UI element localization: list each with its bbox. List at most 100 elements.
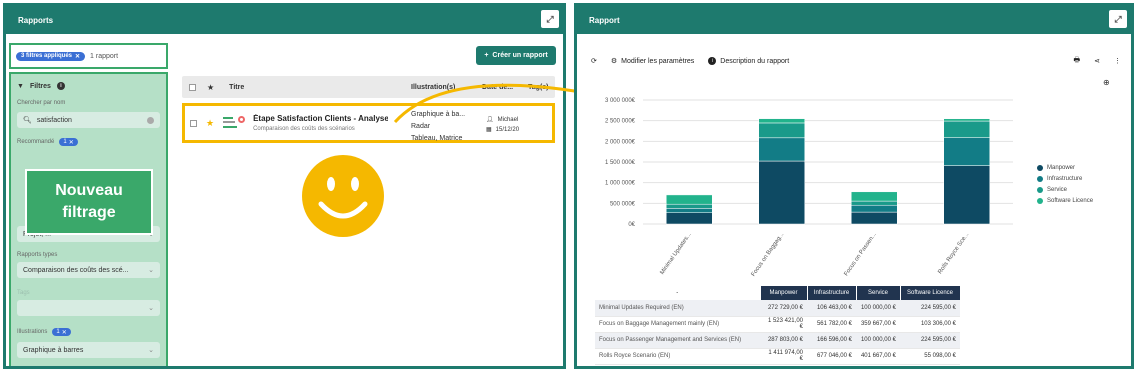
y-tick-label: 0€ [628,222,635,228]
x-tick-label: Minimal Updates... [659,231,693,275]
report-types-select[interactable]: Comparaison des coûts des scé... ⌄ [17,262,160,278]
close-icon[interactable]: ✕ [75,53,80,60]
report-panel-title: Rapport [589,15,620,25]
bar-segment [666,194,713,205]
zoom-icon[interactable]: ⊕ [1103,78,1110,87]
bar-segment [758,118,805,124]
favorite-star-icon[interactable]: ★ [206,118,214,129]
x-tick-label: Focus on Passen... [844,231,879,277]
applied-filters-chip-label: 3 filtres appliqués [21,53,73,59]
description-label: Description du rapport [720,57,790,65]
bar-segment [943,118,990,122]
bar-segment [666,208,713,213]
legend-item[interactable]: Manpower [1037,162,1093,173]
search-name-value: satisfaction [36,116,72,124]
illustrations-badge-count: 1 [56,329,60,335]
callout-line2: filtrage [62,204,116,221]
cell: 561 782,00 € [807,316,856,333]
cell: 287 803,00 € [760,332,807,349]
print-icon[interactable]: 🖶︎ [1074,56,1081,67]
share-icon[interactable]: ⋖ [1094,57,1100,65]
cell: 272 729,00 € [760,300,807,317]
description-button[interactable]: i Description du rapport [708,57,789,65]
search-name-field[interactable]: 🔍︎ satisfaction [17,112,160,128]
cell: 224 595,00 € [900,300,960,317]
legend-label: Software Licence [1047,197,1094,204]
report-toolbar: ⟳ ⚙ Modifier les paramètres i Description … [591,52,1121,70]
expand-icon[interactable]: ⤢ [541,10,559,28]
close-icon[interactable]: ✕ [69,139,74,146]
callout-line1: Nouveau [55,182,123,199]
report-title[interactable]: Étape Satisfaction Clients - Analyse [253,114,388,123]
select-all-checkbox[interactable] [189,83,196,91]
cell: 1 523 421,00 € [760,316,807,333]
clear-icon[interactable] [147,116,154,124]
illustrations-badge[interactable]: 1 ✕ [52,328,71,336]
create-report-label: Créer un rapport [492,52,548,59]
tags-label: Tags [17,290,30,296]
data-table: - Manpower Infrastructure Service Softwa… [595,286,961,365]
report-panel-header: Rapport ⤢ [577,6,1131,34]
bar-segment [851,200,898,206]
recommended-label: Recommandé [17,139,55,145]
cell: 166 596,00 € [807,332,856,349]
close-icon[interactable]: ✕ [62,329,67,336]
refresh-icon[interactable]: ⟳ [591,57,597,65]
col-header: Service [856,286,901,300]
cell: 1 411 974,00 € [760,348,807,365]
reports-panel-title: Rapports [18,15,54,25]
filter-icon: ▼ [17,82,24,90]
report-types-value: Comparaison des coûts des scé... [23,266,129,274]
row-label: Focus on Passenger Management and Servic… [595,332,760,349]
chevron-down-icon: ⌄ [148,267,154,274]
illustrations-value: Graphique à barres [23,346,84,354]
table-row: Rolls Royce Scenario (EN) 1 411 974,00 €… [595,348,960,365]
cell: 359 667,00 € [856,316,900,333]
chart-legend: Manpower Infrastructure Service Software Li… [1037,162,1093,206]
legend-label: Service [1047,186,1068,193]
cell: 224 595,00 € [900,332,960,349]
report-subtitle: Comparaison des coûts des scénarios [253,126,355,132]
bar-segment [851,191,898,202]
bar-segment [851,211,898,225]
recommended-badge[interactable]: 1 ✕ [59,138,78,146]
y-tick-label: 2 500 000€ [605,119,636,125]
cell: 106 463,00 € [807,300,856,317]
reports-panel: Rapports ⤢ 3 filtres appliqués ✕ 1 rappo… [3,3,566,369]
illustrations-select[interactable]: Graphique à barres ⌄ [17,342,160,358]
row-checkbox[interactable] [190,119,197,127]
modify-params-button[interactable]: ⚙ Modifier les paramètres [611,57,694,66]
expand-icon[interactable]: ⤢ [1109,10,1127,28]
chevron-down-icon: ⌄ [148,347,154,354]
bar-segment [666,212,713,225]
create-report-button[interactable]: + Créer un rapport [476,46,556,65]
cell: 100 000,00 € [856,300,900,317]
legend-item[interactable]: Software Licence [1037,195,1093,206]
report-types-label: Rapports types [17,252,58,258]
bar-segment [943,165,990,225]
smiley-face [302,155,384,237]
new-filter-callout: Nouveau filtrage [25,169,153,235]
legend-swatch [1037,164,1043,171]
y-tick-label: 3 000 000€ [605,98,636,104]
tags-select[interactable]: ⌄ [17,300,160,316]
legend-item[interactable]: Service [1037,184,1093,195]
col-title[interactable]: Titre [229,84,244,91]
search-icon: 🔍︎ [23,117,32,124]
more-icon[interactable]: ⋮ [1114,57,1121,65]
bar-segment [758,122,805,139]
legend-swatch [1037,186,1043,193]
bar-segment [758,160,805,225]
y-tick-label: 1 500 000€ [605,160,636,166]
applied-filters-chip[interactable]: 3 filtres appliqués ✕ [16,51,86,61]
bar-segment [851,204,898,213]
info-icon[interactable]: i [56,82,65,90]
star-icon[interactable]: ★ [207,83,214,92]
search-by-name-label: Chercher par nom [17,100,66,106]
illustrations-label: Illustrations [17,329,48,335]
col-header: Manpower [760,286,808,300]
x-tick-label: Rolls Royce Sce... [937,231,970,275]
legend-item[interactable]: Infrastructure [1037,173,1093,184]
table-row: Focus on Baggage Management mainly (EN) … [595,316,960,333]
recommended-badge-count: 1 [63,139,67,145]
